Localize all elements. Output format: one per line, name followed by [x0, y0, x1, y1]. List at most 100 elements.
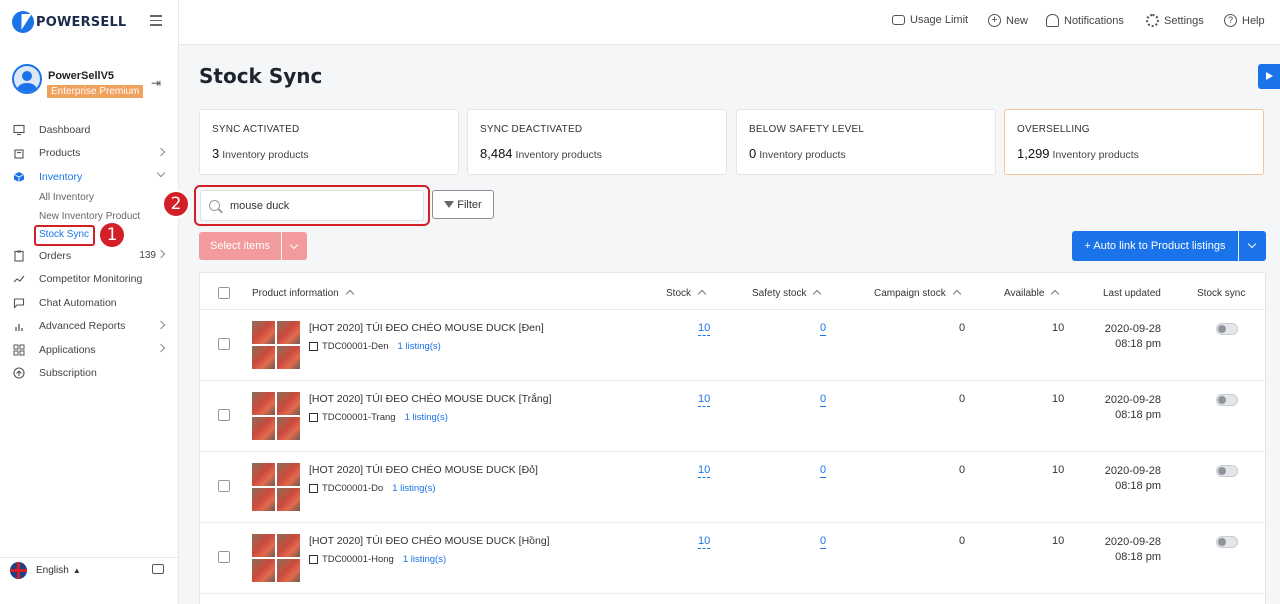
brand-logo[interactable]: POWERSELL	[12, 10, 126, 34]
sidebar-item-dashboard[interactable]: Dashboard	[0, 118, 178, 142]
product-thumbnail[interactable]	[252, 392, 300, 440]
chat-support-icon[interactable]	[152, 564, 164, 574]
new-button[interactable]: + New	[988, 14, 1028, 27]
logout-icon[interactable]: ⇥	[151, 76, 161, 90]
notifications-button[interactable]: Notifications	[1046, 14, 1124, 27]
row-checkbox[interactable]	[218, 480, 230, 492]
header-available[interactable]: Available	[1004, 288, 1060, 299]
row-checkbox[interactable]	[218, 551, 230, 563]
stock-value[interactable]: 10	[698, 535, 711, 549]
product-thumbnail[interactable]	[252, 534, 300, 582]
listings-link[interactable]: 1 listing(s)	[392, 483, 435, 494]
listings-link[interactable]: 1 listing(s)	[403, 554, 446, 565]
stock-sync-toggle[interactable]	[1216, 394, 1238, 406]
help-circle-icon: ?	[1224, 14, 1237, 27]
product-sku: TDC00001-Trang 1 listing(s)	[309, 412, 448, 423]
stat-label: SYNC DEACTIVATED	[480, 124, 583, 135]
table-header: Product information Stock Safety stock C…	[200, 273, 1265, 310]
row-checkbox[interactable]	[218, 338, 230, 350]
product-name[interactable]: [HOT 2020] TÚI ĐEO CHÉO MOUSE DUCK [Hồng…	[309, 535, 550, 547]
stat-card-overselling[interactable]: OVERSELLING 1,299 Inventory products	[1004, 109, 1264, 175]
table-row: [HOT 2020] TÚI ĐEO CHÉO MOUSE DUCK [Đen]…	[200, 310, 1265, 381]
header-last-updated: Last updated	[1103, 288, 1161, 299]
available-value: 10	[1052, 535, 1065, 547]
sidebar-subitem-all-inventory[interactable]: All Inventory	[0, 189, 178, 208]
sidebar-item-orders[interactable]: Orders 139	[0, 244, 178, 268]
product-name[interactable]: [HOT 2020] TÚI ĐEO CHÉO MOUSE DUCK [Đỏ]	[309, 464, 538, 476]
stock-sync-toggle[interactable]	[1216, 323, 1238, 335]
stat-card-below-safety-level[interactable]: BELOW SAFETY LEVEL 0 Inventory products	[736, 109, 996, 175]
last-updated: 2020-09-28 08:18 pm	[1104, 394, 1161, 421]
row-checkbox[interactable]	[218, 409, 230, 421]
stat-value: 0 Inventory products	[749, 146, 846, 161]
stock-value[interactable]: 10	[698, 464, 711, 478]
avatar[interactable]	[12, 64, 42, 94]
stock-value[interactable]: 10	[698, 393, 711, 407]
sidebar-item-chat-automation[interactable]: Chat Automation	[0, 291, 178, 315]
usage-limit-button[interactable]: Usage Limit	[892, 14, 968, 26]
sidebar-item-label: Products	[39, 147, 81, 160]
annotation-step-1: 1	[98, 221, 126, 249]
stock-sync-toggle[interactable]	[1216, 465, 1238, 477]
arrow-up-circle-icon	[13, 367, 25, 379]
search-input[interactable]	[230, 199, 410, 212]
caret-up-icon: ▲	[72, 566, 81, 575]
select-items-button[interactable]: Select items	[199, 232, 281, 260]
product-thumbnail[interactable]	[252, 463, 300, 511]
campaign-stock-value: 0	[959, 322, 966, 334]
notifications-label: Notifications	[1064, 14, 1124, 27]
sidebar-item-subscription[interactable]: Subscription	[0, 362, 178, 386]
sidebar-subitem-new-inventory-product[interactable]: New Inventory Product	[0, 207, 178, 226]
safety-stock-value[interactable]: 0	[820, 322, 827, 336]
select-items-dropdown-icon[interactable]	[282, 232, 307, 260]
filter-button[interactable]: Filter	[432, 190, 494, 219]
stat-card-sync-deactivated[interactable]: SYNC DEACTIVATED 8,484 Inventory products	[467, 109, 727, 175]
chat-icon	[13, 298, 25, 309]
sidebar-item-label: Competitor Monitoring	[39, 273, 143, 286]
header-campaign-stock[interactable]: Campaign stock	[874, 288, 961, 299]
user-profile: PowerSellV5 Enterprise Premium ⇥	[12, 62, 172, 102]
new-label: New	[1006, 14, 1029, 27]
sidebar-item-label: Chat Automation	[39, 296, 117, 309]
header-safety-stock[interactable]: Safety stock	[752, 288, 822, 299]
header-product-information[interactable]: Product information	[252, 288, 354, 299]
product-thumbnail[interactable]	[252, 321, 300, 369]
product-name[interactable]: [HOT 2020] TÚI ĐEO CHÉO MOUSE DUCK [Đen]	[309, 322, 544, 334]
sort-icon	[345, 289, 354, 299]
help-label: Help	[1242, 14, 1265, 27]
select-all-checkbox[interactable]	[218, 287, 230, 299]
campaign-stock-value: 0	[959, 464, 966, 476]
menu-icon[interactable]	[150, 15, 162, 26]
stock-sync-toggle[interactable]	[1216, 536, 1238, 548]
last-updated: 2020-09-28 08:18 pm	[1104, 323, 1161, 350]
sidebar-item-competitor-monitoring[interactable]: Competitor Monitoring	[0, 268, 178, 292]
filter-label: Filter	[457, 198, 482, 211]
play-tab-icon[interactable]	[1258, 64, 1280, 89]
stock-value[interactable]: 10	[698, 322, 711, 336]
cube-icon	[13, 171, 25, 182]
settings-button[interactable]: Settings	[1146, 14, 1204, 27]
product-sku: TDC00001-Do 1 listing(s)	[309, 483, 436, 494]
sidebar-item-applications[interactable]: Applications	[0, 338, 178, 362]
safety-stock-value[interactable]: 0	[820, 393, 827, 407]
safety-stock-value[interactable]: 0	[820, 535, 827, 549]
product-name[interactable]: [HOT 2020] TÚI ĐEO CHÉO MOUSE DUCK [Trắn…	[309, 393, 552, 405]
header-stock[interactable]: Stock	[666, 288, 707, 299]
box-icon	[309, 484, 318, 493]
sidebar-item-advanced-reports[interactable]: Advanced Reports	[0, 315, 178, 339]
sidebar-item-inventory[interactable]: Inventory	[0, 165, 178, 189]
listings-link[interactable]: 1 listing(s)	[405, 412, 448, 423]
brand-name: POWERSELL	[36, 14, 127, 30]
listings-link[interactable]: 1 listing(s)	[398, 341, 441, 352]
sort-icon	[952, 289, 961, 299]
safety-stock-value[interactable]: 0	[820, 464, 827, 478]
help-button[interactable]: ? Help	[1224, 14, 1265, 27]
sidebar-item-label: Dashboard	[39, 123, 91, 136]
auto-link-dropdown-icon[interactable]	[1239, 231, 1266, 261]
auto-link-button[interactable]: + Auto link to Product listings	[1072, 231, 1238, 261]
stat-card-sync-activated[interactable]: SYNC ACTIVATED 3 Inventory products	[199, 109, 459, 175]
sort-icon	[813, 289, 822, 299]
sidebar-item-products[interactable]: Products	[0, 142, 178, 166]
plus-circle-icon: +	[988, 14, 1001, 27]
sidebar-nav: Dashboard Products Inventory All Invento…	[0, 118, 178, 385]
